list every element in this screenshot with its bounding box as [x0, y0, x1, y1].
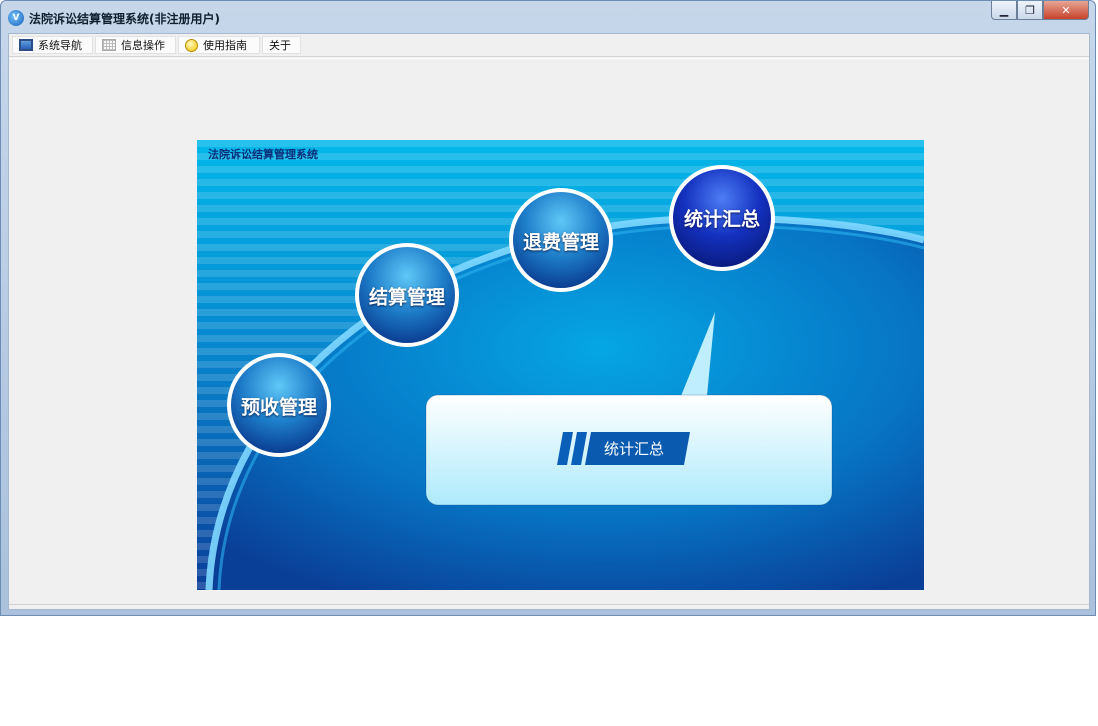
menu-info-operation[interactable]: 信息操作: [95, 36, 176, 54]
window-controls: ▁ ❐ ✕: [991, 1, 1089, 21]
menu-label: 关于: [269, 39, 291, 52]
banner-graphic: [197, 140, 924, 590]
close-button[interactable]: ✕: [1043, 1, 1089, 20]
banner-title: 法院诉讼结算管理系统: [208, 148, 318, 161]
window-title: 法院诉讼结算管理系统(非注册用户): [29, 12, 220, 26]
menu-bar: 系统导航 信息操作 使用指南 关于: [9, 34, 1089, 57]
grid-icon: [102, 39, 116, 51]
menu-label: 系统导航: [38, 39, 82, 52]
node-settlement-label: 结算管理: [368, 286, 446, 309]
menu-user-guide[interactable]: 使用指南: [178, 36, 260, 54]
app-logo-icon: V: [8, 10, 24, 26]
monitor-icon: [19, 39, 33, 51]
menu-label: 使用指南: [203, 39, 247, 52]
node-statistics-label: 统计汇总: [683, 208, 761, 231]
menu-label: 信息操作: [121, 39, 165, 52]
menu-system-navigation[interactable]: 系统导航: [12, 36, 93, 54]
restore-button[interactable]: ❐: [1017, 1, 1043, 20]
help-icon: [185, 38, 198, 52]
node-refund-label: 退费管理: [522, 231, 600, 254]
status-strip: [9, 604, 1089, 609]
minimize-button[interactable]: ▁: [991, 1, 1017, 20]
navigation-banner: 法院诉讼结算管理系统 预收管理 结算管理 退费管理 统计汇总 统计汇总: [197, 140, 924, 590]
node-prepay-label: 预收管理: [240, 396, 318, 419]
menu-about[interactable]: 关于: [262, 36, 301, 54]
title-bar[interactable]: V 法院诉讼结算管理系统(非注册用户) ▁ ❐ ✕: [1, 1, 1095, 33]
detail-tag-label: 统计汇总: [604, 440, 665, 458]
